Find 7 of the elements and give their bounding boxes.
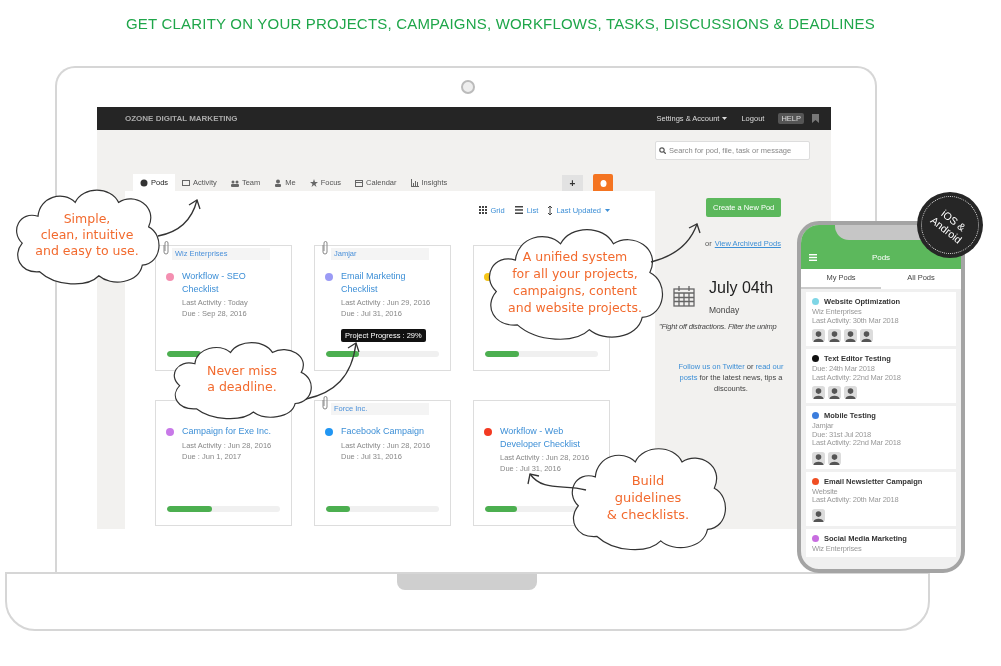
brand-name: OZONE DIGITAL MARKETING [125, 114, 238, 123]
headline: GET CLARITY ON YOUR PROJECTS, CAMPAIGNS, WORKFLOWS, TASKS, DISCUSSIONS & DEADLINES [124, 14, 876, 34]
weekday-label: Monday [709, 305, 741, 315]
callout-text: Simple, clean, intuitive and easy to use. [35, 211, 139, 259]
callout-text: A unified system for all your projects, campaigns, content and website projects. [508, 248, 642, 316]
date-label: July 04th [709, 278, 774, 298]
phone-title: Pods [870, 252, 892, 262]
